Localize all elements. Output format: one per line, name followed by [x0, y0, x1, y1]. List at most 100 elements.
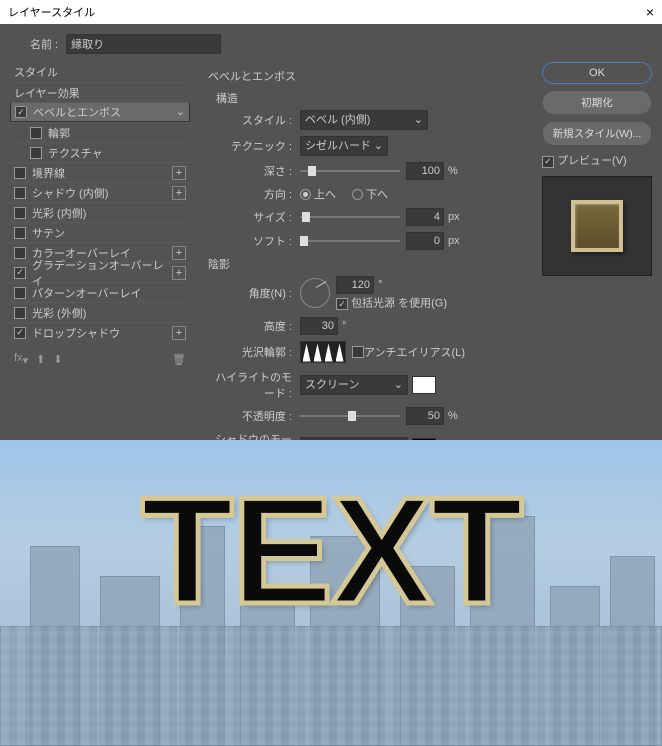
highlight-mode-label: ハイライトのモード : [208, 369, 300, 401]
technique-select[interactable]: シゼルハード [300, 136, 388, 156]
pct-unit: % [448, 165, 458, 177]
size-slider[interactable] [300, 210, 400, 224]
item-bevel-emboss[interactable]: ベベルとエンボス [10, 102, 190, 122]
technique-label: テクニック : [208, 138, 300, 154]
preview-swatch [571, 200, 623, 252]
trash-icon[interactable]: 🗑 [172, 353, 186, 366]
label: ベベルとエンボス [33, 104, 185, 120]
deg-unit: ° [342, 320, 346, 332]
angle-input[interactable] [336, 276, 374, 294]
dir-up-radio[interactable] [300, 189, 311, 200]
aa-label: アンチエイリアス(L) [364, 344, 465, 360]
section-shading: 陰影 [208, 256, 524, 272]
preview-checkbox[interactable] [542, 156, 554, 168]
direction-label: 方向 : [208, 186, 300, 202]
up-icon[interactable]: ⬆ [36, 353, 45, 366]
checkbox[interactable] [14, 247, 26, 259]
section-bevel: ベベルとエンボス [208, 68, 524, 84]
checkbox[interactable] [14, 187, 26, 199]
add-icon[interactable]: + [172, 166, 186, 180]
label: 輪郭 [48, 125, 186, 141]
section-structure: 構造 [216, 90, 524, 106]
item-texture[interactable]: テクスチャ [10, 142, 190, 162]
depth-slider[interactable] [300, 164, 400, 178]
name-input[interactable] [66, 34, 221, 54]
label: 光彩 (外側) [32, 305, 186, 321]
soft-label: ソフト : [208, 233, 300, 249]
item-satin[interactable]: サテン [10, 222, 190, 242]
style-select[interactable]: ベベル (内側) [300, 110, 428, 130]
depth-label: 深さ : [208, 163, 300, 179]
label: スタイル [14, 64, 186, 80]
down-icon[interactable]: ⬇ [53, 353, 62, 366]
altitude-input[interactable] [300, 317, 338, 335]
label: 光彩 (内側) [32, 205, 186, 221]
angle-dial[interactable] [300, 278, 330, 308]
item-stroke[interactable]: 境界線 + [10, 162, 190, 182]
checkbox[interactable] [14, 227, 26, 239]
reset-button[interactable]: 初期化 [542, 90, 652, 115]
label: シャドウ (内側) [32, 185, 166, 201]
px-unit: px [448, 235, 460, 247]
highlight-color[interactable] [412, 376, 436, 394]
name-label: 名前 : [30, 36, 58, 52]
label: パターンオーバーレイ [32, 285, 186, 301]
close-icon[interactable]: × [646, 4, 654, 20]
item-contour[interactable]: 輪郭 [10, 122, 190, 142]
checkbox[interactable] [14, 267, 26, 279]
fx-icon[interactable]: fx▾ [14, 352, 28, 367]
dialog-title: レイヤースタイル [8, 4, 95, 20]
item-layer-effects[interactable]: レイヤー効果 [10, 82, 190, 102]
down-label: 下へ [366, 186, 388, 202]
deg-unit: ° [378, 279, 382, 291]
sample-text: TEXT [0, 464, 662, 639]
px-unit: px [448, 211, 460, 223]
item-inner-shadow[interactable]: シャドウ (内側) + [10, 182, 190, 202]
item-outer-glow[interactable]: 光彩 (外側) [10, 302, 190, 322]
item-pattern-overlay[interactable]: パターンオーバーレイ [10, 282, 190, 302]
depth-input[interactable] [406, 162, 444, 180]
global-checkbox[interactable] [336, 298, 348, 310]
style-label: スタイル : [208, 112, 300, 128]
label: 境界線 [32, 165, 166, 181]
altitude-label: 高度 : [208, 318, 300, 334]
label: ドロップシャドウ [32, 325, 166, 341]
size-input[interactable] [406, 208, 444, 226]
ok-button[interactable]: OK [542, 62, 652, 84]
item-drop-shadow[interactable]: ドロップシャドウ + [10, 322, 190, 342]
gloss-contour[interactable] [300, 341, 346, 363]
add-icon[interactable]: + [172, 186, 186, 200]
new-style-button[interactable]: 新規スタイル(W)... [542, 121, 652, 146]
aa-checkbox[interactable] [352, 346, 364, 358]
global-label: 包括光源 を使用(G) [351, 298, 447, 310]
preview-label: プレビュー(V) [557, 155, 627, 167]
highlight-mode-select[interactable]: スクリーン [300, 375, 408, 395]
checkbox[interactable] [30, 127, 42, 139]
soft-slider[interactable] [300, 234, 400, 248]
checkbox[interactable] [30, 147, 42, 159]
gloss-label: 光沢輪郭 : [208, 344, 300, 360]
add-icon[interactable]: + [172, 266, 186, 280]
checkbox[interactable] [15, 106, 27, 118]
highlight-opacity-input[interactable] [406, 407, 444, 425]
label: テクスチャ [48, 145, 186, 161]
checkbox[interactable] [14, 207, 26, 219]
item-gradient-overlay[interactable]: グラデーションオーバーレイ+ [10, 262, 190, 282]
item-styles[interactable]: スタイル [10, 62, 190, 82]
preview-box [542, 176, 652, 276]
soft-input[interactable] [406, 232, 444, 250]
checkbox[interactable] [14, 167, 26, 179]
add-icon[interactable]: + [172, 326, 186, 340]
label: サテン [32, 225, 186, 241]
highlight-opacity-label: 不透明度 : [208, 408, 300, 424]
checkbox[interactable] [14, 307, 26, 319]
highlight-opacity-slider[interactable] [300, 409, 400, 423]
label: レイヤー効果 [14, 85, 186, 101]
item-inner-glow[interactable]: 光彩 (内側) [10, 202, 190, 222]
add-icon[interactable]: + [172, 246, 186, 260]
angle-label: 角度(N) : [208, 285, 300, 301]
checkbox[interactable] [14, 287, 26, 299]
result-preview: TEXT [0, 440, 662, 746]
checkbox[interactable] [14, 327, 26, 339]
dir-down-radio[interactable] [352, 189, 363, 200]
